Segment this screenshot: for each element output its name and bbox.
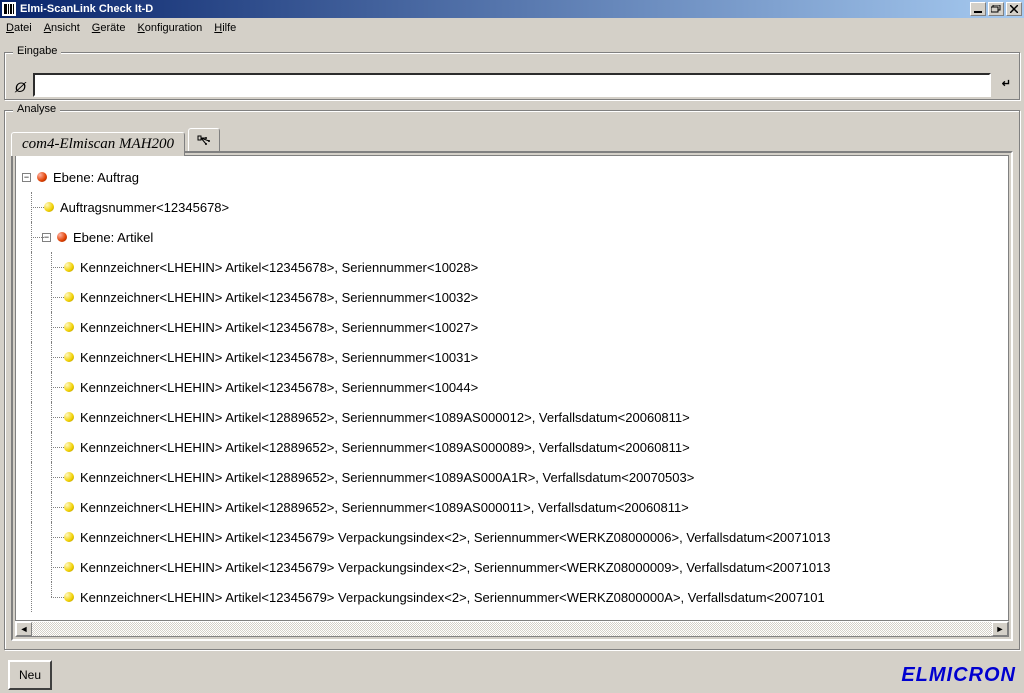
analyse-group: Analyse com4-Elmiscan MAH200 −Ebene: Auf… bbox=[4, 110, 1020, 650]
tree-row[interactable]: − Ebene: Auftrag bbox=[22, 162, 1008, 192]
yellow-bullet-icon bbox=[64, 442, 74, 452]
tree-row[interactable]: −Ebene: Artikel bbox=[22, 222, 1008, 252]
tree-label: Kennzeichner<LHEHIN> Artikel<12889652>, … bbox=[80, 500, 689, 515]
eingabe-input[interactable] bbox=[33, 73, 991, 97]
tree-row[interactable]: Auftragsnummer<12345678> bbox=[22, 192, 1008, 222]
red-bullet-icon bbox=[37, 172, 47, 182]
tree-label: Ebene: Auftrag bbox=[53, 170, 139, 185]
yellow-bullet-icon bbox=[64, 262, 74, 272]
window-title: Elmi-ScanLink Check It-D bbox=[20, 3, 970, 15]
yellow-bullet-icon bbox=[64, 292, 74, 302]
tree-label: Kennzeichner<LHEHIN> Artikel<12345679> V… bbox=[80, 560, 831, 575]
yellow-bullet-icon bbox=[64, 472, 74, 482]
bottom-bar: Neu ELMICRON bbox=[0, 657, 1024, 693]
menu-ansicht[interactable]: Ansicht bbox=[44, 22, 80, 34]
titlebar: Elmi-ScanLink Check It-D bbox=[0, 0, 1024, 18]
restore-button[interactable] bbox=[988, 2, 1004, 16]
tree-label: Kennzeichner<LHEHIN> Artikel<12345678>, … bbox=[80, 380, 478, 395]
tree-label: Kennzeichner<LHEHIN> Artikel<12345679> V… bbox=[80, 590, 825, 605]
analyse-legend: Analyse bbox=[13, 103, 60, 115]
tree-row[interactable]: Kennzeichner<LHEHIN> Artikel<12345679> V… bbox=[22, 582, 1008, 612]
tree-label: Kennzeichner<LHEHIN> Artikel<12345678>, … bbox=[80, 350, 478, 365]
eingabe-group: Eingabe Ø ↵ bbox=[4, 52, 1020, 100]
minimize-button[interactable] bbox=[970, 2, 986, 16]
yellow-bullet-icon bbox=[64, 352, 74, 362]
menu-hilfe[interactable]: Hilfe bbox=[214, 22, 236, 34]
tree-row[interactable]: Kennzeichner<LHEHIN> Artikel<12889652>, … bbox=[22, 462, 1008, 492]
yellow-bullet-icon bbox=[64, 502, 74, 512]
menubar: Datei Ansicht Geräte Konfiguration Hilfe bbox=[0, 18, 1024, 38]
tree-label: Auftragsnummer<12345678> bbox=[60, 200, 229, 215]
tree-row[interactable]: Kennzeichner<LHEHIN> Artikel<12345678>, … bbox=[22, 252, 1008, 282]
neu-button[interactable]: Neu bbox=[8, 660, 52, 690]
tree-label: Kennzeichner<LHEHIN> Artikel<12345678>, … bbox=[80, 260, 478, 275]
menu-konfiguration[interactable]: Konfiguration bbox=[137, 22, 202, 34]
tree-label: Kennzeichner<LHEHIN> Artikel<12889652>, … bbox=[80, 470, 694, 485]
close-button[interactable] bbox=[1006, 2, 1022, 16]
yellow-bullet-icon bbox=[64, 532, 74, 542]
tabstrip: com4-Elmiscan MAH200 bbox=[11, 127, 1013, 151]
tree-label: Kennzeichner<LHEHIN> Artikel<12889652>, … bbox=[80, 410, 690, 425]
tree-label: Kennzeichner<LHEHIN> Artikel<12889652>, … bbox=[80, 440, 690, 455]
tree-label: Kennzeichner<LHEHIN> Artikel<12345679> V… bbox=[80, 530, 831, 545]
menu-geraete[interactable]: Geräte bbox=[92, 22, 126, 34]
yellow-bullet-icon bbox=[64, 592, 74, 602]
red-bullet-icon bbox=[57, 232, 67, 242]
tree-label: Ebene: Artikel bbox=[73, 230, 153, 245]
horizontal-scrollbar[interactable]: ◄ ► bbox=[15, 621, 1009, 637]
app-icon bbox=[2, 2, 16, 16]
tree-row[interactable]: Kennzeichner<LHEHIN> Artikel<12345678>, … bbox=[22, 312, 1008, 342]
tree-label: Kennzeichner<LHEHIN> Artikel<12345678>, … bbox=[80, 290, 478, 305]
tree-row[interactable]: Kennzeichner<LHEHIN> Artikel<12889652>, … bbox=[22, 492, 1008, 522]
yellow-bullet-icon bbox=[64, 562, 74, 572]
yellow-bullet-icon bbox=[64, 382, 74, 392]
tab-options[interactable] bbox=[188, 128, 220, 152]
tree-view[interactable]: − Ebene: Auftrag Auftragsnummer<12345678> −… bbox=[15, 155, 1009, 621]
tree-panel: − Ebene: Auftrag Auftragsnummer<12345678> −… bbox=[11, 151, 1013, 641]
yellow-bullet-icon bbox=[64, 412, 74, 422]
yellow-bullet-icon bbox=[64, 322, 74, 332]
scan-icon: Ø bbox=[15, 79, 26, 95]
tree-row[interactable]: Kennzeichner<LHEHIN> Artikel<12345678>, … bbox=[22, 342, 1008, 372]
tree-row[interactable]: Kennzeichner<LHEHIN> Artikel<12345678>, … bbox=[22, 282, 1008, 312]
menu-datei[interactable]: Datei bbox=[6, 22, 32, 34]
scroll-left-button[interactable]: ◄ bbox=[16, 622, 32, 636]
tab-device[interactable]: com4-Elmiscan MAH200 bbox=[11, 132, 185, 156]
tree-row[interactable]: Kennzeichner<LHEHIN> Artikel<12345679> V… bbox=[22, 552, 1008, 582]
tree-row[interactable]: Kennzeichner<LHEHIN> Artikel<12889652>, … bbox=[22, 432, 1008, 462]
brand-logo: ELMICRON bbox=[901, 664, 1016, 687]
scroll-track[interactable] bbox=[32, 622, 992, 636]
tree-expander[interactable]: − bbox=[22, 173, 31, 182]
tree-row[interactable]: Kennzeichner<LHEHIN> Artikel<12889652>, … bbox=[22, 402, 1008, 432]
tree-row[interactable]: Kennzeichner<LHEHIN> Artikel<12345678>, … bbox=[22, 372, 1008, 402]
scroll-right-button[interactable]: ► bbox=[992, 622, 1008, 636]
yellow-bullet-icon bbox=[44, 202, 54, 212]
enter-icon[interactable]: ↵ bbox=[1002, 77, 1011, 90]
tree-row[interactable]: Kennzeichner<LHEHIN> Artikel<12345679> V… bbox=[22, 522, 1008, 552]
eingabe-legend: Eingabe bbox=[13, 45, 61, 57]
tree-label: Kennzeichner<LHEHIN> Artikel<12345678>, … bbox=[80, 320, 478, 335]
